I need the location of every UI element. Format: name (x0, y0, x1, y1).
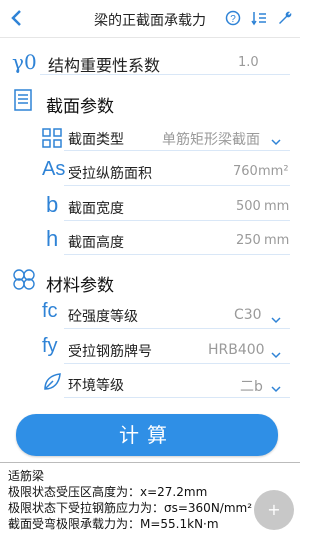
material-params-heading: 材料参数 (46, 276, 114, 296)
divider (64, 254, 290, 255)
result-line: 极限状态受压区高度为：x=27.2mm (8, 485, 208, 499)
divider (64, 328, 290, 329)
calculate-button[interactable]: 计算 (16, 414, 278, 456)
gamma0-symbol: γ0 (12, 50, 37, 74)
chevron-down-icon[interactable] (271, 344, 285, 359)
as-input[interactable]: 760 (233, 164, 258, 179)
as-unit: mm² (258, 164, 289, 179)
leaf-icon (42, 372, 62, 396)
svg-text:?: ? (230, 14, 236, 25)
env-select[interactable]: 二b (240, 376, 263, 396)
result-line: 适筋梁 (8, 469, 45, 483)
chevron-down-icon[interactable] (271, 378, 285, 393)
h-unit: mm (264, 233, 290, 248)
h-label: 截面高度 (68, 235, 124, 251)
result-panel: 适筋梁 极限状态受压区高度为：x=27.2mm 极限状态下受拉钢筋应力为：σs=… (0, 462, 300, 535)
section-params-heading: 截面参数 (46, 97, 114, 117)
divider (64, 363, 290, 364)
help-icon[interactable]: ? (224, 9, 242, 27)
sort-icon[interactable] (250, 9, 268, 27)
b-symbol: b (46, 192, 59, 217)
h-symbol: h (46, 226, 59, 251)
top-bar: 梁的正截面承载力 ? (0, 0, 300, 38)
document-icon (14, 89, 32, 115)
divider (64, 220, 290, 221)
fc-symbol: fc (42, 300, 58, 322)
chevron-down-icon[interactable] (271, 131, 285, 146)
b-label: 截面宽度 (68, 201, 124, 217)
chevron-down-icon[interactable] (271, 309, 285, 324)
as-label: 受拉纵筋面积 (68, 166, 152, 182)
divider (40, 74, 290, 75)
fy-select[interactable]: HRB400 (208, 342, 265, 358)
fc-label: 砼强度等级 (68, 309, 138, 325)
gamma0-input[interactable]: 1.0 (238, 55, 259, 70)
fy-symbol: fy (42, 335, 58, 357)
section-type-select[interactable]: 单筋矩形梁截面 (162, 129, 260, 149)
result-line: 极限状态下受拉钢筋应力为：σs=360N/mm² (8, 501, 253, 515)
divider (64, 397, 290, 398)
b-input[interactable]: 500 (236, 199, 261, 214)
download-badge-icon: + (254, 490, 294, 530)
env-label: 环境等级 (68, 378, 124, 394)
rebar-bundle-icon (12, 268, 36, 294)
as-symbol: As (42, 158, 66, 180)
fy-label: 受拉钢筋牌号 (68, 344, 152, 360)
grid-icon (42, 128, 62, 152)
b-unit: mm (264, 199, 290, 214)
divider (64, 185, 290, 186)
fc-select[interactable]: C30 (234, 307, 262, 323)
wrench-icon[interactable] (276, 9, 294, 27)
section-type-label: 截面类型 (68, 132, 124, 148)
divider (64, 150, 290, 151)
result-line: 截面受弯极限承载力为：M=55.1kN·m (8, 517, 219, 531)
h-input[interactable]: 250 (236, 233, 261, 248)
gamma0-label: 结构重要性系数 (48, 56, 161, 75)
